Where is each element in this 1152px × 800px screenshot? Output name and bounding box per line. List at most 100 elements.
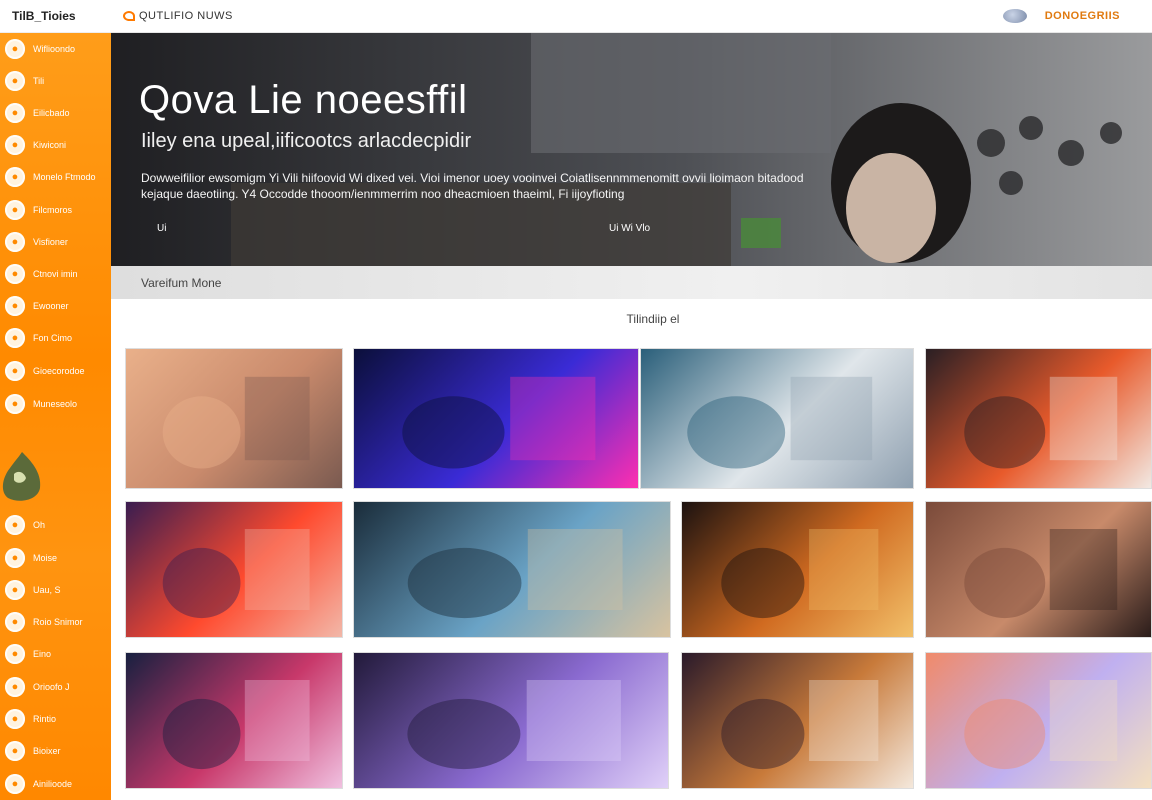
tile-image [721,529,879,619]
street-scene-tile[interactable] [925,501,1152,638]
sidebar-item-label: Eino [33,649,52,659]
sidebar-item[interactable]: ● Bioixer [0,739,111,763]
fire-woman-tile[interactable] [125,501,343,638]
sidebar-item-label: Gioecorodoe [33,366,85,376]
sidebar-item[interactable]: ● Tili [0,69,111,93]
sidebar-item-label: Moise [33,553,58,563]
tile-image [402,376,596,469]
sidebar-item-label: Ctnovi imin [33,269,78,279]
logo-icon [123,11,135,21]
app-window: TilB_Tioies ● Wiflioondo ● Tili ● Eilicbado ● K… [0,0,1152,800]
hero-description: Dowweifilior ewsomigm Yi Vili hiifoovid … [141,171,804,201]
sidebar-item-label: Bioixer [33,746,61,756]
top-link[interactable]: DONOEGRIIS [1045,10,1120,22]
circle-icon: ● [5,103,25,123]
hero-control-mid[interactable]: Ui Wi Vlo [609,223,650,234]
section-bar: Vareifum Mone [111,266,1152,299]
night-market-tile[interactable] [681,501,914,638]
sidebar-item[interactable]: ● Eino [0,642,111,666]
tile-image [407,680,621,770]
sidebar-item[interactable]: ● Roio Snimor [0,610,111,634]
sidebar-item-label: Orioofo J [33,682,70,692]
sidebar-item[interactable]: ● Monelo Ftmodo [0,165,111,189]
sidebar-decoration-icon [2,452,41,501]
sidebar-item-label: Uau, S [33,585,61,595]
circle-icon: ● [5,677,25,697]
sidebar-item-label: Ewooner [33,301,69,311]
sidebar-item-label: Roio Snimor [33,617,83,627]
circle-icon: ● [5,200,25,220]
sidebar-item-label: Oh [33,520,46,530]
sidebar-item[interactable]: ● Fon Cimo [0,326,111,350]
circle-icon: ● [5,167,25,187]
circle-icon: ● [5,548,25,568]
sidebar-item[interactable]: ● Eilicbado [0,101,111,125]
sidebar-item-label: Muneseolo [33,399,78,409]
sidebar: TilB_Tioies ● Wiflioondo ● Tili ● Eilicbado ● K… [0,0,111,800]
sidebar-item[interactable]: ● Visfioner [0,230,111,254]
girl-hat-tile[interactable] [640,348,914,489]
circle-icon: ● [5,328,25,348]
topbar-right: DONOEGRIIS [1002,9,1120,23]
sidebar-item-label: Fon Cimo [33,333,73,343]
sidebar-item[interactable]: ● Orioofo J [0,675,111,699]
sidebar-item[interactable]: ● Ainilioode [0,772,111,796]
logo-text: QUTLIFIO NUWS [139,10,233,22]
circle-icon: ● [5,361,25,381]
sidebar-item[interactable]: ● Ewooner [0,294,111,318]
circle-icon: ● [5,774,25,794]
gallery-heading: Tilindiip el [626,312,680,326]
sidebar-item-label: Eilicbado [33,108,70,118]
sidebar-item-label: Tili [33,76,45,86]
sidebar-item-label: Wiflioondo [33,44,76,54]
sidebar-item[interactable]: ● Oh [0,513,111,537]
purple-concert-tile[interactable] [353,652,669,789]
neon-city-tile[interactable] [353,348,639,489]
tile-image [687,376,873,469]
circle-icon: ● [5,135,25,155]
sidebar-item[interactable]: ● Rintio [0,707,111,731]
sidebar-item[interactable]: ● Uau, S [0,578,111,602]
sidebar-brand[interactable]: TilB_Tioies [0,0,111,33]
circle-icon: ● [5,515,25,535]
site-logo[interactable]: QUTLIFIO NUWS [123,10,233,22]
circle-icon: ● [5,39,25,59]
glitch-landscape-tile[interactable] [353,501,671,638]
sidebar-item[interactable]: ● Wiflioondo [0,37,111,61]
hero-title: Qova Lie noeesffil [139,78,468,122]
tile-image [964,376,1118,469]
circle-icon: ● [5,741,25,761]
sidebar-item-label: Ainilioode [33,779,73,789]
circle-icon: ● [5,612,25,632]
city-night-tile[interactable] [125,652,343,789]
tile-image [721,680,879,770]
hero-control-left[interactable]: Ui [157,223,166,234]
top-bar: QUTLIFIO NUWS DONOEGRIIS [111,0,1152,33]
sidebar-item[interactable]: ● Muneseolo [0,392,111,416]
globe-icon[interactable] [1002,9,1027,23]
circle-icon: ● [5,264,25,284]
sidebar-item-label: Monelo Ftmodo [33,172,96,182]
festival-tile[interactable] [925,652,1152,789]
sidebar-item-label: Visfioner [33,237,68,247]
tile-image [407,529,623,619]
sidebar-item[interactable]: ● Ctnovi imin [0,262,111,286]
circle-icon: ● [5,71,25,91]
sidebar-item[interactable]: ● Filcmoros [0,198,111,222]
sidebar-item[interactable]: ● Gioecorodoe [0,359,111,383]
tile-image [162,376,310,469]
hero-banner[interactable]: Qova Lie noeesffil Iiley ena upeal,iific… [111,33,1152,266]
billboard-tile[interactable] [925,348,1152,489]
hero-subtitle: Iiley ena upeal,iificootcs arlacdecpidir [141,130,472,152]
circle-icon: ● [5,580,25,600]
tile-image [162,529,310,619]
circle-icon: ● [5,644,25,664]
sidebar-item-label: Rintio [33,714,57,724]
circle-icon: ● [5,394,25,414]
sidebar-item[interactable]: ● Moise [0,546,111,570]
sunset-sea-tile[interactable] [125,348,343,489]
section-label[interactable]: Vareifum Mone [141,276,221,290]
sidebar-item[interactable]: ● Kiwiconi [0,133,111,157]
tile-image [964,529,1118,619]
collage-tile[interactable] [681,652,914,789]
